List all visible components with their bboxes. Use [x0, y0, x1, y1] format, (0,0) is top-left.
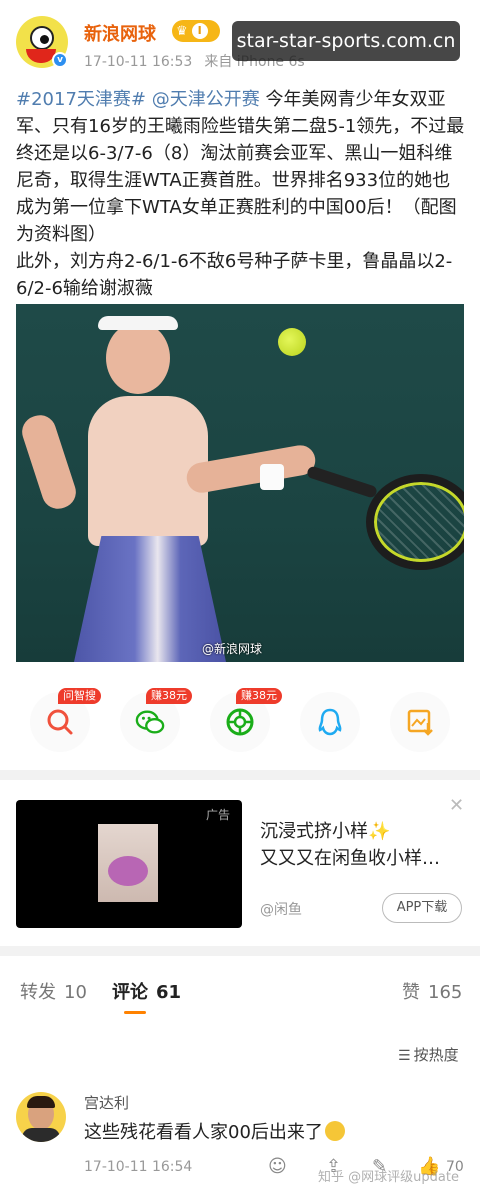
- active-tab-indicator: [124, 1011, 146, 1014]
- tab-comments[interactable]: 评论 61: [112, 978, 181, 1004]
- image-save-icon: [405, 707, 435, 737]
- verified-icon: v: [52, 52, 68, 68]
- ad-title-line-2: 又又又在闲鱼收小样…: [260, 848, 440, 869]
- post-text-2: 此外，刘方舟2-6/1-6不敌6号种子萨卡里，鲁晶晶以2-6/2-6输给谢淑薇: [16, 251, 453, 299]
- post-text-1: 今年美网青少年女双亚军、只有16岁的王曦雨险些错失第二盘5-1领先，不过最终还是…: [16, 89, 465, 245]
- image-credit: @新浪网球: [202, 642, 263, 656]
- comment-time: 17-10-11 16:54: [84, 1159, 193, 1175]
- share-moments-button[interactable]: 赚38元: [210, 688, 282, 752]
- ad-tag: 广告: [206, 808, 231, 822]
- player-left-arm: [17, 411, 81, 513]
- commenter-name[interactable]: 宫达利: [84, 1092, 129, 1113]
- post-timestamp: 17-10-11 16:53: [84, 54, 193, 70]
- tab-repost-count: 10: [64, 982, 87, 1003]
- ad-title-line-1: 沉浸式挤小样✨: [260, 821, 391, 842]
- player-head: [106, 322, 170, 394]
- player-wristband: [260, 464, 284, 490]
- share-badge: 问智搜: [58, 688, 101, 704]
- avatar-shirt: [22, 1128, 60, 1142]
- share-row: 问智搜 赚38元 赚38元: [0, 688, 480, 762]
- tab-like-count: 165: [428, 982, 463, 1003]
- wechat-icon: [135, 707, 165, 737]
- tab-like-label: 赞: [402, 982, 420, 1003]
- avatar-eye: [30, 26, 54, 50]
- share-zhisou-button[interactable]: 问智搜: [30, 688, 101, 752]
- tab-repost[interactable]: 转发 10: [20, 978, 87, 1004]
- app-download-button[interactable]: APP下载: [382, 893, 462, 923]
- username[interactable]: 新浪网球: [84, 20, 156, 46]
- sort-label: 按热度: [413, 1046, 459, 1064]
- moments-icon: [225, 707, 255, 737]
- commenter-avatar[interactable]: [16, 1092, 66, 1142]
- mention-link[interactable]: @天津公开赛: [152, 89, 260, 110]
- tab-comment-label: 评论: [112, 982, 148, 1003]
- ad-title[interactable]: 沉浸式挤小样✨ 又又又在闲鱼收小样…: [260, 818, 440, 872]
- racket-handle: [305, 465, 379, 499]
- share-qq-button[interactable]: [300, 692, 360, 752]
- save-image-button[interactable]: [390, 692, 450, 752]
- close-icon[interactable]: ✕: [449, 795, 464, 816]
- search-icon: [45, 707, 75, 737]
- qq-icon: [315, 707, 345, 737]
- post-paragraph-1: #2017天津赛# @天津公开赛 今年美网青少年女双亚军、只有16岁的王曦雨险些…: [16, 86, 468, 248]
- avatar-pupil: [40, 35, 49, 44]
- racket-head: [366, 474, 464, 570]
- avatar-hair: [27, 1096, 55, 1108]
- share-badge: 赚38元: [236, 688, 282, 704]
- post-header: v 新浪网球 ♛ I 17-10-11 16:53 来自 iPhone 6s st…: [0, 0, 480, 80]
- bottom-watermark: 知乎 @网球评级update: [318, 1170, 459, 1185]
- hashtag-link[interactable]: #2017天津赛#: [16, 89, 146, 110]
- tab-repost-label: 转发: [20, 982, 56, 1003]
- comment-body: 这些残花看看人家00后出来了: [84, 1122, 323, 1143]
- vip-badge[interactable]: ♛ I: [172, 20, 220, 42]
- section-divider: [0, 770, 480, 780]
- sort-by-hot-button[interactable]: ☰ 按热度: [398, 1044, 459, 1065]
- share-badge: 赚38元: [146, 688, 192, 704]
- post-image[interactable]: @新浪网球: [16, 304, 464, 662]
- vip-level: I: [191, 23, 208, 39]
- interaction-tabs: 转发 10 评论 61 赞 165: [0, 968, 480, 1020]
- tab-likes[interactable]: 赞 165: [402, 978, 462, 1004]
- comment-text: 这些残花看看人家00后出来了: [84, 1118, 345, 1144]
- share-wechat-button[interactable]: 赚38元: [120, 688, 192, 752]
- tennis-ball: [278, 328, 306, 356]
- pig-figurine: [108, 856, 148, 886]
- crown-icon: ♛: [176, 23, 188, 39]
- player-visor: [98, 316, 178, 330]
- sort-icon: ☰: [398, 1048, 411, 1064]
- ad-product-image: [98, 824, 158, 902]
- section-divider: [0, 946, 480, 956]
- ad-brand[interactable]: @闲鱼: [260, 899, 302, 919]
- post-text: #2017天津赛# @天津公开赛 今年美网青少年女双亚军、只有16岁的王曦雨险些…: [16, 86, 468, 302]
- grin-emoji-icon: [324, 1121, 345, 1141]
- tab-comment-count: 61: [156, 982, 182, 1003]
- emoji-react-icon[interactable]: ☺: [268, 1156, 287, 1177]
- overlay-watermark: star-star-sports.com.cn: [232, 21, 460, 61]
